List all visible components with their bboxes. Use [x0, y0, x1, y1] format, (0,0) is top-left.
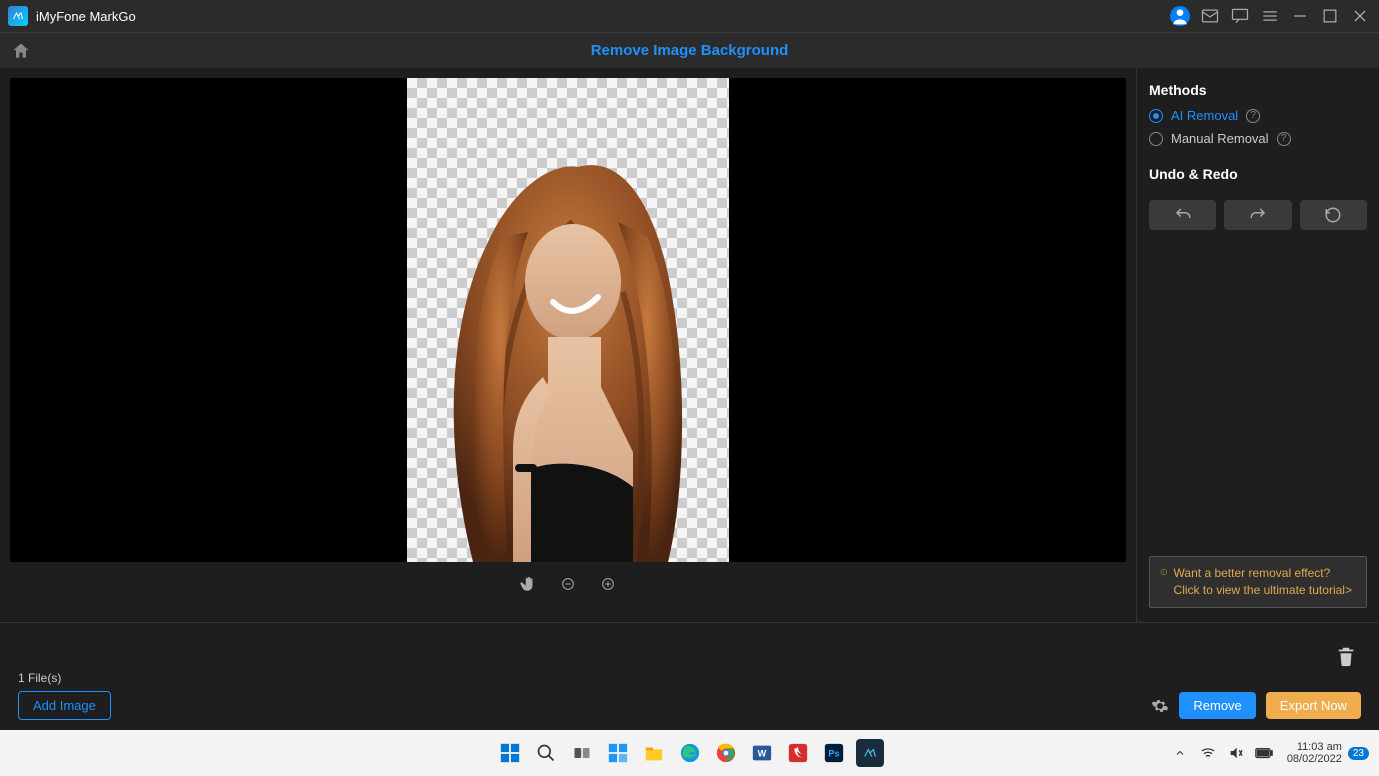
zoom-out-icon[interactable] [558, 574, 578, 594]
method-label: Manual Removal [1171, 131, 1269, 146]
file-count: 1 File(s) [18, 671, 1361, 685]
svg-text:Ps: Ps [828, 749, 839, 759]
settings-icon[interactable] [1151, 697, 1169, 715]
delete-icon[interactable] [1335, 645, 1357, 667]
volume-icon[interactable] [1225, 742, 1247, 764]
feedback-icon[interactable] [1229, 5, 1251, 27]
home-icon[interactable] [10, 40, 32, 62]
start-icon[interactable] [496, 739, 524, 767]
undo-button[interactable] [1149, 200, 1216, 230]
task-view-icon[interactable] [568, 739, 596, 767]
search-icon[interactable] [532, 739, 560, 767]
page-title: Remove Image Background [591, 42, 789, 59]
taskbar-app-edge[interactable] [676, 739, 704, 767]
export-button[interactable]: Export Now [1266, 692, 1361, 719]
tutorial-tip[interactable]: Want a better removal effect? Click to v… [1149, 556, 1367, 608]
account-icon[interactable] [1169, 5, 1191, 27]
view-controls [518, 574, 618, 594]
system-clock[interactable]: 11:03 am 08/02/2022 [1287, 741, 1342, 765]
side-panel: Methods AI Removal ? Manual Removal ? Un… [1137, 68, 1379, 622]
menu-icon[interactable] [1259, 5, 1281, 27]
tip-text: Want a better removal effect? Click to v… [1174, 565, 1356, 599]
svg-text:W: W [757, 749, 766, 759]
reset-button[interactable] [1300, 200, 1367, 230]
title-bar: iMyFone MarkGo [0, 0, 1379, 32]
minimize-icon[interactable] [1289, 5, 1311, 27]
chevron-up-icon[interactable] [1169, 742, 1191, 764]
zoom-in-icon[interactable] [598, 574, 618, 594]
taskbar-app-photoshop[interactable]: Ps [820, 739, 848, 767]
windows-taskbar: W Ps 11:03 am 08/02/2022 23 [0, 730, 1379, 776]
notification-badge[interactable]: 23 [1348, 747, 1369, 760]
hand-tool-icon[interactable] [518, 574, 538, 594]
transparency-background [407, 78, 729, 562]
wifi-icon[interactable] [1197, 742, 1219, 764]
taskbar-app-word[interactable]: W [748, 739, 776, 767]
app-logo [8, 6, 28, 26]
taskbar-app-widgets[interactable] [604, 739, 632, 767]
remove-button[interactable]: Remove [1179, 692, 1255, 719]
clock-date: 08/02/2022 [1287, 753, 1342, 765]
info-icon [1160, 565, 1168, 579]
radio-icon [1149, 109, 1163, 123]
undo-title: Undo & Redo [1149, 166, 1367, 182]
help-icon[interactable]: ? [1277, 132, 1291, 146]
method-ai-removal[interactable]: AI Removal ? [1149, 108, 1367, 123]
image-subject [433, 142, 703, 562]
main-area: Methods AI Removal ? Manual Removal ? Un… [0, 68, 1379, 622]
add-image-button[interactable]: Add Image [18, 691, 111, 720]
app-toolbar: Remove Image Background [0, 32, 1379, 68]
close-icon[interactable] [1349, 5, 1371, 27]
image-viewport[interactable] [10, 78, 1126, 562]
taskbar-app-explorer[interactable] [640, 739, 668, 767]
methods-title: Methods [1149, 82, 1367, 98]
taskbar-app-acrobat[interactable] [784, 739, 812, 767]
taskbar-app-chrome[interactable] [712, 739, 740, 767]
maximize-icon[interactable] [1319, 5, 1341, 27]
canvas-area [0, 68, 1137, 622]
redo-button[interactable] [1224, 200, 1291, 230]
radio-icon [1149, 132, 1163, 146]
method-manual-removal[interactable]: Manual Removal ? [1149, 131, 1367, 146]
app-title: iMyFone MarkGo [36, 9, 136, 24]
mail-icon[interactable] [1199, 5, 1221, 27]
method-label: AI Removal [1171, 108, 1238, 123]
footer-area: 1 File(s) Add Image Remove Export Now [0, 622, 1379, 730]
battery-icon[interactable] [1253, 742, 1275, 764]
taskbar-app-markgo[interactable] [856, 739, 884, 767]
help-icon[interactable]: ? [1246, 109, 1260, 123]
clock-time: 11:03 am [1287, 741, 1342, 753]
